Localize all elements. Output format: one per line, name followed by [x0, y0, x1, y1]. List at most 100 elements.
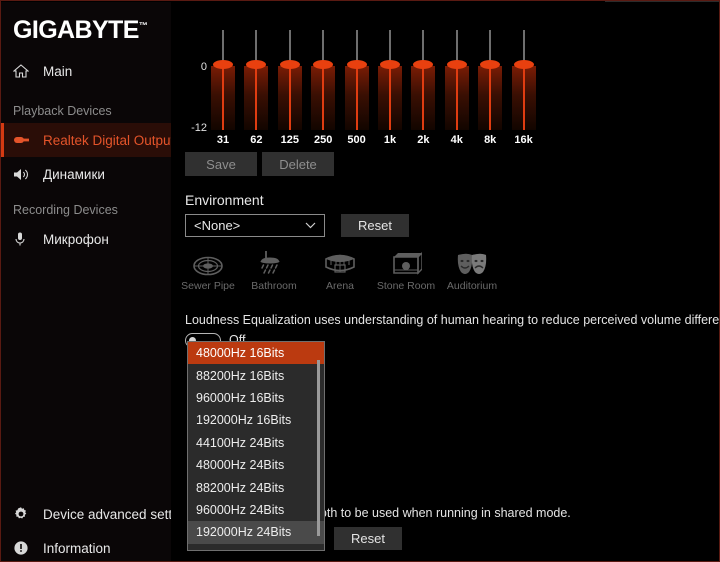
dropdown-scrollbar[interactable]	[317, 360, 320, 536]
eq-band-thumb[interactable]	[279, 60, 300, 69]
eq-band[interactable]	[311, 30, 336, 130]
eq-band[interactable]	[244, 30, 269, 130]
eq-band-stem	[322, 66, 325, 130]
environment-preset-stone-room[interactable]: Stone Room	[373, 245, 439, 292]
loudness-description: Loudness Equalization uses understanding…	[185, 313, 720, 327]
eq-band-stem	[355, 66, 358, 130]
eq-band[interactable]	[277, 30, 302, 130]
save-button[interactable]: Save	[185, 152, 257, 176]
sidebar-item-device-advanced-settings[interactable]: Device advanced settings	[1, 497, 197, 531]
environment-preset-bathroom[interactable]: Bathroom	[241, 245, 307, 292]
eq-band-frequency-label: 125	[280, 134, 299, 146]
dropdown-option[interactable]: 48000Hz 16Bits	[188, 342, 324, 365]
environment-preset-stone-room-label: Stone Room	[376, 280, 436, 292]
eq-band-track-upper	[455, 30, 458, 62]
dropdown-option[interactable]: 96000Hz 24Bits	[188, 499, 324, 521]
shower-icon	[241, 245, 307, 277]
eq-band-stem	[222, 66, 224, 130]
eq-band-frequency-label: 500	[347, 134, 366, 146]
eq-band-frequency-label: 16k	[514, 134, 533, 146]
dropdown-option[interactable]: 88200Hz 16Bits	[188, 364, 324, 386]
eq-band-track-upper	[522, 30, 525, 62]
info-icon	[13, 540, 35, 556]
eq-band-frequency-label: 31	[216, 134, 230, 146]
eq-band-frequency-label: 2k	[417, 134, 430, 146]
stone-room-icon	[373, 245, 439, 277]
gear-icon	[13, 506, 35, 522]
microphone-icon	[13, 231, 35, 247]
environment-select[interactable]: <None>	[185, 214, 325, 237]
eq-band[interactable]	[378, 30, 402, 130]
eq-axis-min-label: -12	[191, 122, 207, 134]
home-icon	[13, 63, 35, 79]
eq-band[interactable]	[344, 30, 369, 130]
eq-band-thumb[interactable]	[513, 60, 534, 69]
eq-band-stem	[455, 66, 458, 130]
eq-band-stem	[522, 66, 525, 130]
eq-band-thumb[interactable]	[380, 60, 400, 69]
environment-preset-bathroom-label: Bathroom	[251, 280, 297, 292]
environment-preset-sewer-pipe[interactable]: Sewer Pipe	[175, 245, 241, 292]
sidebar-item-microphone-label: Микрофон	[43, 231, 109, 247]
eq-band-thumb[interactable]	[346, 60, 367, 69]
eq-band-stem	[422, 66, 425, 130]
dropdown-option[interactable]: 48000Hz 24Bits	[188, 454, 324, 476]
dropdown-option[interactable]: 44100Hz 24Bits	[188, 432, 324, 454]
sidebar-item-speakers-label: Динамики	[43, 166, 105, 182]
gigabyte-audio-window: GIGABYTE™ Main Playback Devices Realtek …	[0, 0, 720, 562]
arena-icon	[307, 245, 373, 277]
eq-band[interactable]	[211, 30, 235, 130]
eq-band-thumb[interactable]	[213, 60, 233, 69]
eq-band-track-upper	[422, 30, 425, 62]
sidebar-group-recording-label: Recording Devices	[13, 203, 118, 217]
eq-band-track-upper	[355, 30, 358, 62]
sidebar-item-main[interactable]: Main	[1, 54, 171, 88]
dropdown-option[interactable]: 96000Hz 16Bits	[188, 387, 324, 409]
dropdown-option[interactable]: 88200Hz 24Bits	[188, 476, 324, 498]
eq-band-track-upper	[288, 30, 291, 62]
eq-band-track-upper	[389, 30, 391, 62]
eq-band[interactable]	[444, 30, 469, 130]
environment-title: Environment	[185, 192, 264, 208]
sewer-pipe-icon	[175, 245, 241, 277]
eq-band-frequency-label: 1k	[383, 134, 397, 146]
default-format-description: depth to be used when running in shared …	[306, 506, 571, 520]
spdif-plug-icon	[13, 134, 35, 146]
logo-trademark: ™	[138, 20, 148, 31]
eq-band[interactable]	[411, 30, 436, 130]
eq-band-track-upper	[322, 30, 325, 62]
environment-reset-button[interactable]: Reset	[341, 214, 409, 237]
sidebar: GIGABYTE™ Main Playback Devices Realtek …	[1, 2, 197, 561]
environment-preset-auditorium[interactable]: Auditorium	[439, 245, 505, 292]
default-format-reset-button[interactable]: Reset	[334, 527, 402, 550]
eq-band-stem	[255, 66, 258, 130]
eq-band-track-upper	[489, 30, 492, 62]
eq-band-thumb[interactable]	[446, 60, 467, 69]
eq-band[interactable]	[478, 30, 503, 130]
eq-band-frequency-label: 62	[250, 134, 263, 146]
eq-band-track-upper	[222, 30, 224, 62]
logo-text: GIGABYTE	[13, 16, 139, 44]
dropdown-option[interactable]: 192000Hz 24Bits	[188, 521, 324, 544]
delete-button[interactable]: Delete	[262, 152, 334, 176]
sidebar-item-microphone[interactable]: Микрофон	[1, 222, 171, 256]
gigabyte-logo: GIGABYTE™	[13, 16, 148, 45]
sidebar-item-realtek-digital-output[interactable]: Realtek Digital Output	[1, 123, 174, 157]
default-format-dropdown-list[interactable]: 48000Hz 16Bits 88200Hz 16Bits 96000Hz 16Bi…	[187, 341, 325, 551]
eq-band-frequency-label: 4k	[450, 134, 463, 146]
environment-preset-auditorium-label: Auditorium	[446, 280, 498, 292]
theater-masks-icon	[439, 245, 505, 277]
dropdown-option[interactable]: 192000Hz 16Bits	[188, 409, 324, 431]
eq-band-frequency-label: 8k	[484, 134, 497, 146]
sidebar-item-information-label: Information	[43, 540, 111, 556]
chevron-down-icon	[305, 220, 316, 232]
eq-band[interactable]	[511, 30, 536, 130]
eq-band-frequency-label: 250	[314, 134, 333, 146]
environment-preset-arena[interactable]: Arena	[307, 245, 373, 292]
eq-band-stem	[288, 66, 291, 130]
environment-select-value: <None>	[194, 218, 241, 233]
sidebar-item-speakers[interactable]: Динамики	[1, 157, 171, 191]
sidebar-group-playback-label: Playback Devices	[13, 104, 112, 118]
sidebar-item-information[interactable]: Information	[1, 531, 171, 561]
sidebar-item-main-label: Main	[43, 63, 73, 79]
